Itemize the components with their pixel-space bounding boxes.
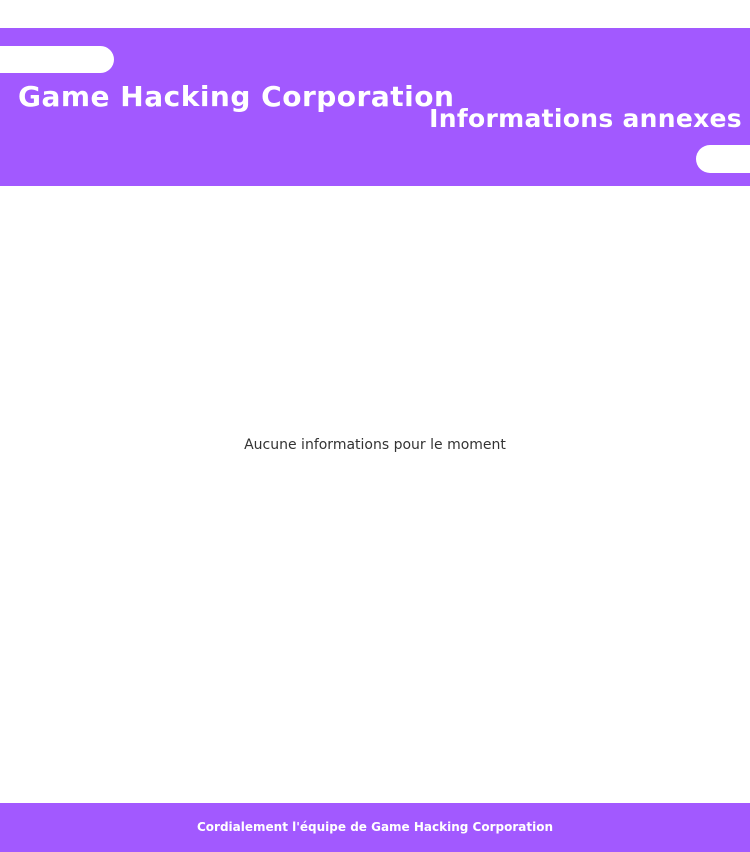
page: Game Hacking Corporation Informations an… [0,0,750,852]
header-banner: Game Hacking Corporation Informations an… [0,28,750,186]
decorative-pill-left [0,46,114,73]
empty-state-message: Aucune informations pour le moment [244,437,506,453]
footer-signature: Cordialement l'équipe de Game Hacking Co… [197,820,553,834]
page-title: Informations annexes [429,104,742,133]
footer-banner: Cordialement l'équipe de Game Hacking Co… [0,803,750,852]
decorative-pill-right [696,145,750,173]
site-title: Game Hacking Corporation [18,80,455,113]
main-content: Aucune informations pour le moment [0,186,750,803]
